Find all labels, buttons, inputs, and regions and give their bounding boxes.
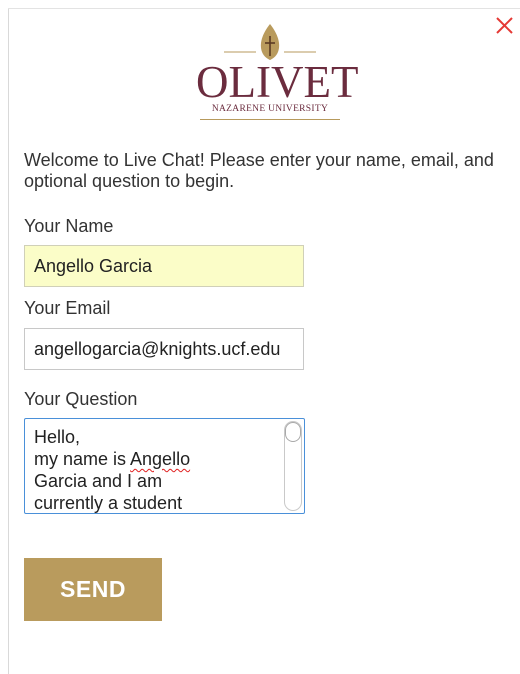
logo-subtitle: NAZARENE UNIVERSITY (211, 104, 329, 114)
question-text: Hello, my name is Angello Garcia and I a… (34, 426, 279, 513)
question-line-2-prefix: my name is (34, 449, 131, 469)
question-scrollbar[interactable] (284, 421, 302, 511)
logo-underline (200, 119, 340, 120)
email-field[interactable] (24, 328, 304, 370)
question-textarea[interactable]: Hello, my name is Angello Garcia and I a… (24, 418, 305, 514)
email-label: Your Email (24, 298, 111, 318)
name-field[interactable] (24, 245, 304, 287)
close-button[interactable] (492, 12, 518, 38)
question-line-2: my name is Angello (34, 448, 279, 470)
misspelled-word: Angello (130, 449, 191, 469)
welcome-message: Welcome to Live Chat! Please enter your … (24, 150, 494, 191)
question-line-3: Garcia and I am (34, 471, 163, 491)
send-button[interactable]: SEND (24, 558, 162, 621)
panel-border-left (8, 8, 9, 674)
chat-panel: OLIVET NAZARENE UNIVERSITY Welcome to Li… (0, 0, 520, 674)
flame-cross-icon (224, 24, 316, 60)
question-label: Your Question (24, 389, 138, 409)
question-line-4: currently a student (34, 493, 183, 513)
close-icon[interactable] (492, 12, 518, 38)
name-label: Your Name (24, 216, 114, 236)
question-line-1: Hello, (34, 427, 81, 447)
panel-border-top (8, 8, 520, 9)
logo-wordmark: OLIVET (196, 57, 359, 107)
university-logo: OLIVET NAZARENE UNIVERSITY (196, 22, 359, 122)
scrollbar-thumb[interactable] (285, 422, 301, 442)
